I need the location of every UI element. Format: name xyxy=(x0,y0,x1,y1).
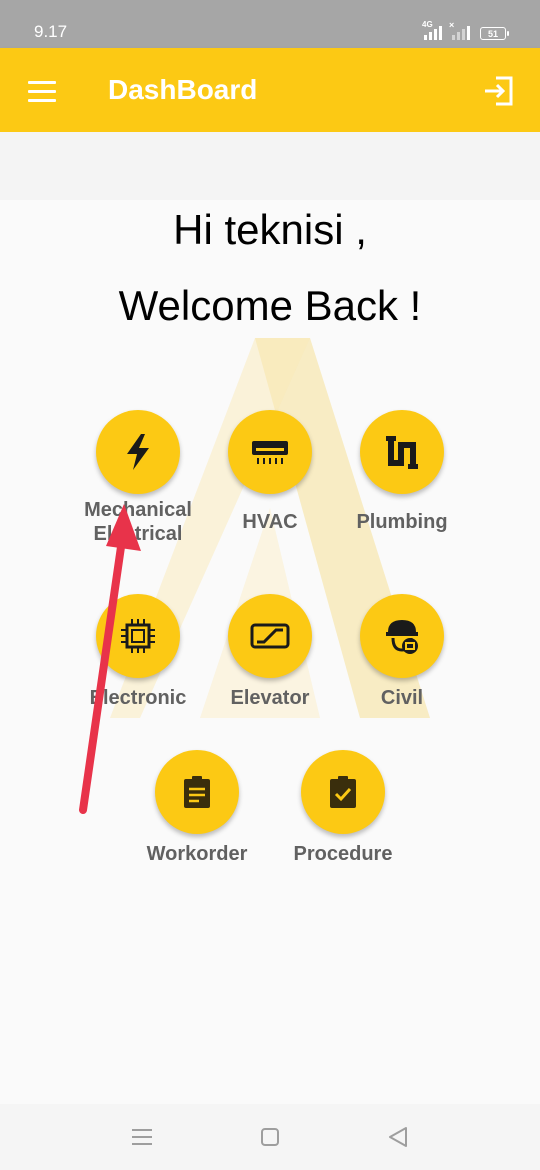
menu-label: Mechanical Electrical xyxy=(84,499,192,545)
battery-level: 51 xyxy=(487,28,498,39)
air-conditioner-icon xyxy=(228,410,312,494)
menu-label: HVAC xyxy=(242,511,298,533)
app-bar: DashBoard xyxy=(0,48,540,132)
status-time: 9.17 xyxy=(34,22,68,41)
menu-procedure[interactable]: Procedure xyxy=(268,750,418,866)
header-band xyxy=(0,132,540,200)
menu-label: Procedure xyxy=(293,843,393,865)
network-type: 4G xyxy=(422,20,433,29)
menu-label: Workorder xyxy=(146,843,248,865)
clipboard-check-icon xyxy=(301,750,385,834)
worker-helmet-icon xyxy=(360,594,444,678)
system-nav-bar xyxy=(0,1104,540,1170)
hamburger-menu-icon[interactable] xyxy=(28,81,56,102)
menu-hvac[interactable]: HVAC xyxy=(195,410,345,534)
menu-civil[interactable]: Civil xyxy=(327,594,477,710)
menu-label: Civil xyxy=(380,687,424,709)
back-icon[interactable] xyxy=(384,1124,412,1150)
battery-icon: 51 xyxy=(480,27,509,40)
chip-icon xyxy=(96,594,180,678)
app-title: DashBoard xyxy=(108,74,258,105)
menu-electronic[interactable]: Electronic xyxy=(63,594,213,710)
menu-plumbing[interactable]: Plumbing xyxy=(327,410,477,534)
signal-no-service-icon: × xyxy=(449,20,470,40)
welcome-text: Welcome Back ! xyxy=(118,282,422,329)
menu-label: Elevator xyxy=(230,687,310,709)
pipe-icon xyxy=(360,410,444,494)
menu-mechanical-electrical[interactable]: Mechanical Electrical xyxy=(63,410,213,546)
lightning-bolt-icon xyxy=(96,410,180,494)
signal-4g-icon: 4G xyxy=(422,20,442,40)
status-icons: 4G × 51 xyxy=(422,20,509,40)
menu-label: Electronic xyxy=(89,687,187,709)
home-icon[interactable] xyxy=(256,1124,284,1150)
status-bar: 9.17 4G × 51 xyxy=(0,0,540,48)
menu-label: Plumbing xyxy=(356,511,448,533)
clipboard-list-icon xyxy=(155,750,239,834)
menu-workorder[interactable]: Workorder xyxy=(122,750,272,866)
recents-icon[interactable] xyxy=(128,1124,156,1150)
greeting-text: Hi teknisi , xyxy=(173,206,367,253)
escalator-icon xyxy=(228,594,312,678)
menu-elevator[interactable]: Elevator xyxy=(195,594,345,710)
logout-icon[interactable] xyxy=(482,74,516,108)
